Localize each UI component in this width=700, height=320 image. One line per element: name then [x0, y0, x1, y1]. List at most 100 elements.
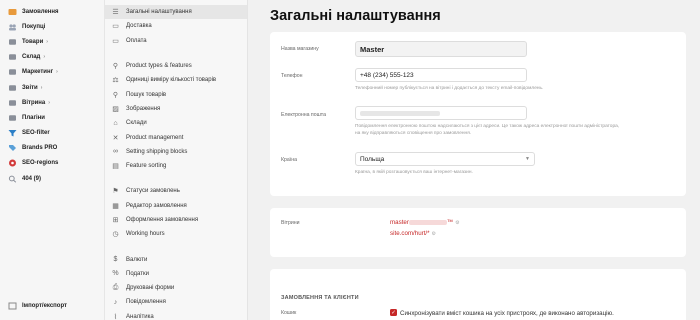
customers-icon	[8, 23, 17, 31]
sidebar-item-label: Звіти	[22, 84, 38, 91]
cart-label: Кошик	[281, 310, 297, 316]
sidebar-item-маркетинг[interactable]: Маркетинг ›	[0, 65, 104, 80]
settings-item[interactable]: ∞ Setting shipping blocks	[105, 145, 247, 159]
warehouse-icon	[8, 53, 17, 61]
chevron-right-icon: ›	[40, 84, 43, 91]
settings-item[interactable]: ♪ Повідомлення	[105, 295, 247, 309]
settings-item[interactable]: ▤ Feature sorting	[105, 159, 247, 173]
settings-item[interactable]: ⌇ Аналітика	[105, 310, 247, 320]
clock-icon: ◷	[112, 231, 119, 239]
chevron-right-icon: ›	[48, 99, 50, 106]
settings-item[interactable]: ◷ Working hours	[105, 227, 247, 241]
settings-item-label: Редактор замовлення	[126, 202, 187, 209]
sidebar-item-label: Brands PRO	[22, 145, 58, 152]
sidebar-item-покупці[interactable]: Покупці	[0, 19, 104, 34]
settings-item[interactable]: ⚲ Пошук товарів	[105, 87, 247, 101]
settings-group-general: ☰ Загальні налаштування ▭ Доставка ▭ Оплата	[105, 0, 247, 48]
sidebar-item-seo-regions[interactable]: SEO-regions	[0, 156, 104, 171]
main-sidebar: Замовлення Покупці Товари › Склад › Маркетинг ›…	[0, 0, 105, 320]
import-export-link[interactable]: Імпорт/експорт	[0, 299, 67, 314]
sidebar-item-склад[interactable]: Склад ›	[0, 50, 104, 65]
settings-item[interactable]: ▨ Зображення	[105, 102, 247, 116]
settings-item-label: Друковані форми	[126, 285, 175, 292]
orders-icon	[8, 8, 17, 16]
sidebar-item-плагіни[interactable]: Плагіни	[0, 110, 104, 125]
settings-item[interactable]: ⚖ Одиниці виміру кількості товарів	[105, 73, 247, 87]
link-icon: ∞	[113, 148, 118, 156]
storefronts-card: Вітрини master ™ ⚙ site.com/hurt/* ⚙	[270, 208, 686, 257]
settings-item-label: Повідомлення	[126, 299, 166, 306]
reports-icon	[8, 84, 17, 92]
country-label: Країна	[281, 157, 297, 163]
search-icon: ⚲	[112, 91, 119, 99]
settings-item-label: Product management	[126, 134, 184, 141]
settings-item-label: Feature sorting	[126, 163, 167, 170]
flag-icon: ⚑	[112, 188, 119, 196]
cart-icon: ⊞	[112, 217, 119, 224]
analytics-icon: ⌇	[113, 313, 118, 320]
settings-item-label: Податки	[126, 270, 149, 277]
chevron-right-icon: ›	[46, 38, 48, 45]
sidebar-item-label: Замовлення	[22, 8, 59, 15]
page-title: Загальні налаштування	[270, 8, 441, 24]
card-icon: ▭	[112, 37, 119, 45]
settings-sidebar: ☰ Загальні налаштування ▭ Доставка ▭ Оплата ⚲…	[105, 0, 248, 320]
storefront-icon	[8, 99, 17, 107]
gear-icon[interactable]: ⚙	[432, 231, 436, 237]
cart-sync-label: Синхронізувати вміст кошика на усіх прис…	[400, 309, 614, 317]
phone-value: +48 (234) 555-123	[360, 71, 414, 79]
search-icon	[8, 175, 17, 183]
settings-item[interactable]: $ Валюти	[105, 252, 247, 266]
storefront-link-1-blurred	[408, 219, 447, 225]
settings-item[interactable]: ⚲ Product types & features	[105, 59, 247, 73]
settings-item[interactable]: ▭ Доставка	[105, 19, 247, 33]
storefront-link-2-text: site.com/hurt/*	[390, 230, 430, 237]
main-content: Загальні налаштування Назва магазину Mas…	[248, 0, 700, 320]
sidebar-item-замовлення[interactable]: Замовлення	[0, 4, 104, 19]
marketing-icon	[8, 68, 17, 76]
settings-item[interactable]: ⚑ Статуси замовлень	[105, 184, 247, 198]
sidebar-item-brands-pro[interactable]: Brands PRO	[0, 141, 104, 156]
bell-icon: ♪	[113, 298, 118, 306]
store-name-input[interactable]: Master	[355, 41, 527, 57]
storefront-link-2[interactable]: site.com/hurt/* ⚙	[390, 230, 436, 237]
filter-icon	[8, 129, 17, 137]
percent-icon: %	[112, 270, 119, 278]
settings-item-label: Доставка	[126, 23, 152, 30]
storefront-link-1-suffix: ™	[446, 219, 454, 226]
settings-item-label: Оформлення замовлення	[126, 217, 199, 223]
sidebar-item-label: SEO-regions	[22, 160, 59, 167]
settings-item[interactable]: ✕ Product management	[105, 130, 247, 144]
settings-item-label: Загальні налаштування	[126, 9, 192, 16]
sidebar-item-товари[interactable]: Товари ›	[0, 34, 104, 49]
country-select[interactable]: Польща ▼	[355, 152, 535, 166]
chevron-down-icon: ▼	[525, 156, 530, 162]
country-value: Польща	[360, 155, 385, 163]
settings-item[interactable]: ▦ Редактор замовлення	[105, 199, 247, 213]
sidebar-item-звіти[interactable]: Звіти ›	[0, 80, 104, 95]
settings-item[interactable]: ⌂ Склади	[105, 116, 247, 130]
sidebar-item-вітрина[interactable]: Вітрина ›	[0, 95, 104, 110]
settings-item[interactable]: ☰ Загальні налаштування	[105, 5, 247, 20]
sliders-icon: ☰	[112, 9, 119, 17]
email-input[interactable]	[355, 106, 527, 120]
settings-item-label: Валюти	[126, 256, 148, 263]
settings-item[interactable]: ⎙ Друковані форми	[105, 281, 247, 295]
settings-item-label: Зображення	[126, 105, 161, 112]
gear-icon[interactable]: ⚙	[455, 220, 459, 226]
phone-label: Телефон	[281, 73, 303, 79]
phone-input[interactable]: +48 (234) 555-123	[355, 68, 527, 82]
sidebar-item-404-9[interactable]: 404 (9)	[0, 171, 104, 186]
sidebar-item-seo-filter[interactable]: SEO-filter	[0, 126, 104, 141]
warehouse-icon: ⌂	[113, 119, 118, 127]
settings-item-label: Setting shipping blocks	[126, 148, 188, 155]
settings-item[interactable]: % Податки	[105, 267, 247, 281]
storefront-link-1[interactable]: master ™ ⚙	[390, 219, 460, 226]
sidebar-item-label: Склад	[22, 54, 41, 61]
settings-item[interactable]: ⊞ Оформлення замовлення	[105, 213, 247, 227]
sidebar-item-label: Товари	[22, 38, 44, 45]
cart-sync-checkbox[interactable]: ✓	[390, 309, 397, 316]
settings-item[interactable]: ▭ Оплата	[105, 34, 247, 48]
settings-group-misc: $ Валюти% Податки ⎙ Друковані форми ♪ Повідомл…	[105, 252, 247, 320]
general-settings-card: Назва магазину Master Телефон +48 (234) …	[270, 32, 686, 196]
